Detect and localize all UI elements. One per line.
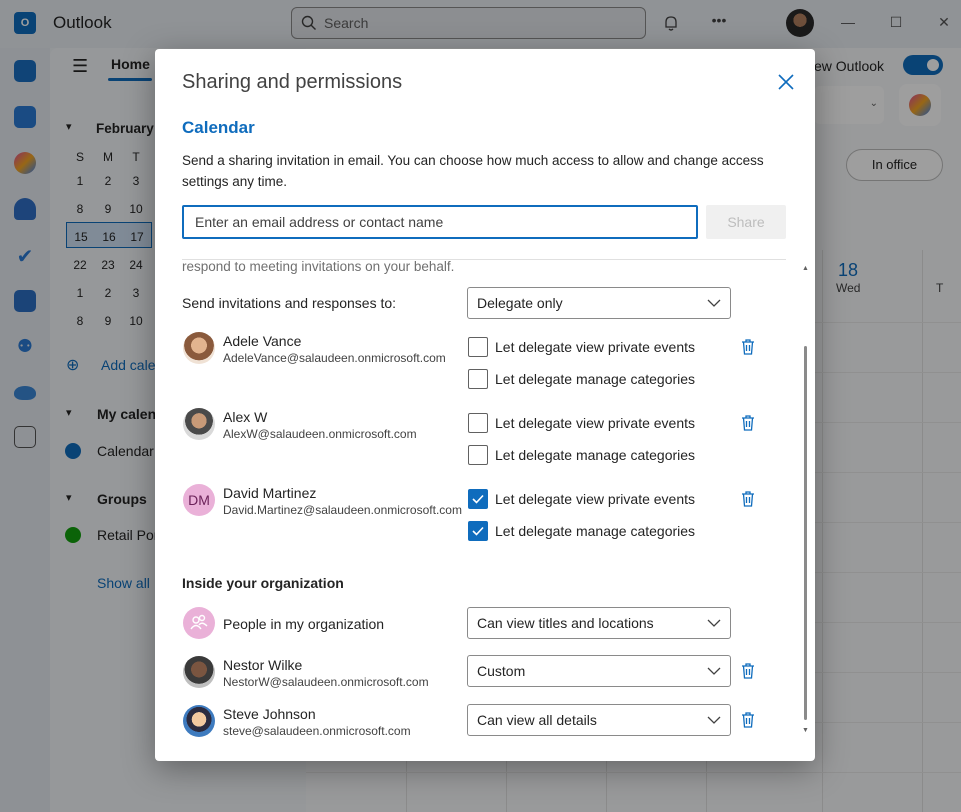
email-input[interactable]: [182, 205, 698, 239]
trash-icon[interactable]: [740, 414, 756, 432]
delegate-email: AlexW@salaudeen.onmicrosoft.com: [223, 427, 417, 441]
dialog-description: Send a sharing invitation in email. You …: [182, 153, 764, 189]
scrollbar-thumb[interactable]: [804, 346, 807, 720]
org-permission-dropdown[interactable]: Can view titles and locations: [467, 607, 731, 639]
dialog-title: Sharing and permissions: [182, 71, 403, 93]
manage-categories-label: Let delegate manage categories: [495, 447, 696, 463]
view-private-label: Let delegate view private events: [495, 339, 696, 355]
steve-permission-dropdown[interactable]: Can view all details: [467, 704, 731, 736]
trash-icon[interactable]: [740, 662, 756, 680]
org-entry-name: Nestor Wilke: [223, 657, 303, 673]
permission-value: Can view all details: [477, 712, 597, 728]
avatar: [183, 408, 215, 440]
delegate-email: AdeleVance@salaudeen.onmicrosoft.com: [223, 351, 446, 365]
chevron-down-icon: [707, 299, 721, 307]
trash-icon[interactable]: [740, 490, 756, 508]
view-private-label: Let delegate view private events: [495, 491, 696, 507]
delegate-description-cut: respond to meeting invitations on your b…: [182, 259, 455, 274]
scroll-up-icon[interactable]: ▲: [802, 265, 809, 272]
sharing-dialog: Sharing and permissions Calendar Send a …: [155, 49, 815, 761]
delegate-name: David Martinez: [223, 485, 317, 501]
avatar-initials: DM: [183, 484, 215, 516]
scroll-down-icon[interactable]: ▼: [802, 727, 809, 734]
manage-categories-label: Let delegate manage categories: [495, 371, 696, 387]
delegate-email: David.Martinez@salaudeen.onmicrosoft.com: [223, 503, 462, 517]
permission-value: Can view titles and locations: [477, 615, 654, 631]
trash-icon[interactable]: [740, 338, 756, 356]
delegate-name: Alex W: [223, 409, 268, 425]
chevron-down-icon: [707, 619, 721, 627]
permission-value: Custom: [477, 663, 526, 679]
view-private-checkbox[interactable]: [468, 413, 488, 433]
avatar: [183, 656, 215, 688]
people-group-icon: [183, 607, 215, 639]
share-button[interactable]: Share: [706, 205, 786, 239]
org-entry-email: NestorW@salaudeen.onmicrosoft.com: [223, 675, 429, 689]
manage-categories-checkbox[interactable]: [468, 369, 488, 389]
chevron-down-icon: [707, 716, 721, 724]
nestor-permission-dropdown[interactable]: Custom: [467, 655, 731, 687]
checkmark-icon: [472, 494, 484, 504]
close-icon[interactable]: [775, 71, 797, 93]
manage-categories-checkbox[interactable]: [468, 445, 488, 465]
send-invitations-value: Delegate only: [477, 295, 563, 311]
dialog-subtitle: Calendar: [182, 118, 255, 137]
divider: [182, 259, 786, 260]
inside-org-title: Inside your organization: [182, 575, 344, 591]
manage-categories-checkbox[interactable]: [468, 521, 488, 541]
delegate-name: Adele Vance: [223, 333, 302, 349]
trash-icon[interactable]: [740, 711, 756, 729]
avatar: [183, 332, 215, 364]
view-private-checkbox[interactable]: [468, 337, 488, 357]
view-private-checkbox[interactable]: [468, 489, 488, 509]
avatar: [183, 705, 215, 737]
chevron-down-icon: [707, 667, 721, 675]
manage-categories-label: Let delegate manage categories: [495, 523, 696, 539]
send-invitations-dropdown[interactable]: Delegate only: [467, 287, 731, 319]
org-entry-name: People in my organization: [223, 616, 385, 632]
org-entry-email: steve@salaudeen.onmicrosoft.com: [223, 724, 411, 738]
org-entry-name: Steve Johnson: [223, 706, 316, 722]
view-private-label: Let delegate view private events: [495, 415, 696, 431]
send-invitations-label: Send invitations and responses to:: [182, 295, 397, 311]
checkmark-icon: [472, 526, 484, 536]
